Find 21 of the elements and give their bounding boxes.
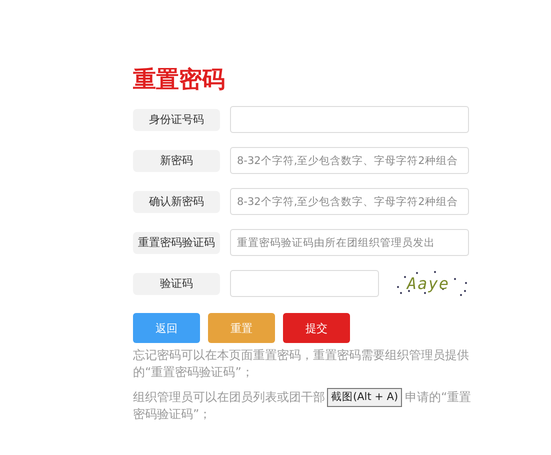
captcha-image[interactable]: Aaye xyxy=(395,268,469,298)
field-label: 新密码 xyxy=(133,150,220,172)
page-title: 重置密码 xyxy=(133,66,226,94)
note-text: 忘记密码可以在本页面重置密码，重置密码需要组织管理员提供 xyxy=(133,347,469,364)
field-label: 重置密码验证码 xyxy=(133,232,220,254)
note-text: 密码验证码”； xyxy=(133,406,212,423)
tooltip: 截图(Alt + A) xyxy=(327,388,402,407)
input-field[interactable]: 8-32个字符,至少包含数字、字母字符2种组合 xyxy=(230,147,469,174)
note-text: 申请的“重置 xyxy=(405,389,472,406)
reset-button[interactable]: 重置 xyxy=(208,313,275,343)
note-text: 组织管理员可以在团员列表或团干部 xyxy=(133,389,325,406)
submit-button[interactable]: 提交 xyxy=(283,313,350,343)
field-label: 验证码 xyxy=(133,272,220,294)
field-label: 确认新密码 xyxy=(133,190,220,212)
note-text: 的“重置密码验证码”； xyxy=(133,364,254,381)
input-field[interactable] xyxy=(230,106,469,133)
input-field[interactable]: 重置密码验证码由所在团组织管理员发出 xyxy=(230,229,469,256)
input-field[interactable]: 8-32个字符,至少包含数字、字母字符2种组合 xyxy=(230,188,469,215)
back-button[interactable]: 返回 xyxy=(133,313,200,343)
field-label: 身份证号码 xyxy=(133,108,220,130)
captcha-field[interactable] xyxy=(230,270,379,297)
